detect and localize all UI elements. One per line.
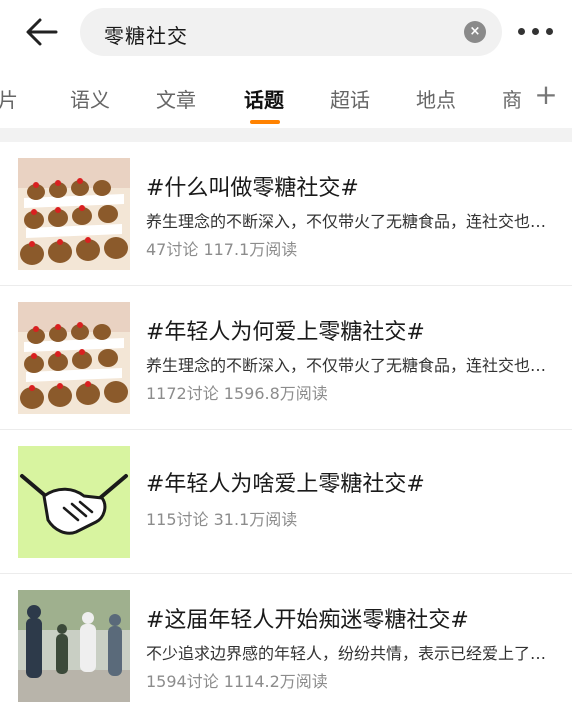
search-input[interactable]: 零糖社交 × [80, 8, 502, 56]
more-options-icon[interactable] [516, 22, 556, 42]
top-bar: 零糖社交 × [0, 0, 572, 64]
topic-title[interactable]: #年轻人为啥爱上零糖社交# [146, 466, 425, 498]
topic-item[interactable]: #年轻人为何爱上零糖社交# 养生理念的不断深入，不仅带火了无糖食品，连社交也开始… [0, 286, 572, 430]
section-divider [0, 128, 572, 142]
topic-title[interactable]: #什么叫做零糖社交# [146, 170, 359, 202]
topic-item[interactable]: #年轻人为啥爱上零糖社交# 115讨论 31.1万阅读 [0, 430, 572, 574]
topic-description: 养生理念的不断深入，不仅带火了无糖食品，连社交也开始讲究零糖了 [146, 356, 554, 375]
topic-description: 不少追求边界感的年轻人，纷纷共情，表示已经爱上了这种社交方式 [146, 644, 554, 663]
topic-stats: 47讨论 117.1万阅读 [146, 240, 298, 259]
back-arrow-icon[interactable] [22, 14, 62, 50]
topic-description: 养生理念的不断深入，不仅带火了无糖食品，连社交也开始讲究零糖了 [146, 212, 554, 231]
topic-stats: 1172讨论 1596.8万阅读 [146, 384, 328, 403]
topic-item[interactable]: #什么叫做零糖社交# 养生理念的不断深入，不仅带火了无糖食品，连社交也开始讲究零… [0, 142, 572, 286]
topic-thumbnail [18, 302, 130, 414]
topic-thumbnail [18, 158, 130, 270]
topic-title[interactable]: #这届年轻人开始痴迷零糖社交# [146, 602, 469, 634]
search-query: 零糖社交 [104, 24, 188, 48]
topic-item[interactable]: #这届年轻人开始痴迷零糖社交# 不少追求边界感的年轻人，纷纷共情，表示已经爱上了… [0, 574, 572, 718]
tab-super-topics[interactable]: 超话 [330, 84, 370, 113]
add-tab-icon[interactable]: + [530, 78, 562, 111]
topic-title[interactable]: #年轻人为何爱上零糖社交# [146, 314, 425, 346]
active-tab-indicator [250, 120, 280, 124]
tab-topics[interactable]: 话题 [244, 84, 284, 113]
tab-bar: 图片 语义 文章 话题 超话 地点 商 + [0, 72, 572, 124]
topic-stats: 1594讨论 1114.2万阅读 [146, 672, 328, 691]
topic-list: #什么叫做零糖社交# 养生理念的不断深入，不仅带火了无糖食品，连社交也开始讲究零… [0, 142, 572, 718]
tab-semantic[interactable]: 语义 [70, 84, 110, 113]
tab-articles[interactable]: 文章 [156, 84, 196, 113]
topic-thumbnail [18, 590, 130, 702]
tab-shop[interactable]: 商 [502, 84, 522, 113]
tab-images[interactable]: 图片 [0, 84, 18, 113]
topic-stats: 115讨论 31.1万阅读 [146, 510, 298, 529]
tab-places[interactable]: 地点 [416, 84, 456, 113]
clear-icon[interactable]: × [464, 21, 486, 43]
topic-thumbnail [18, 446, 130, 558]
